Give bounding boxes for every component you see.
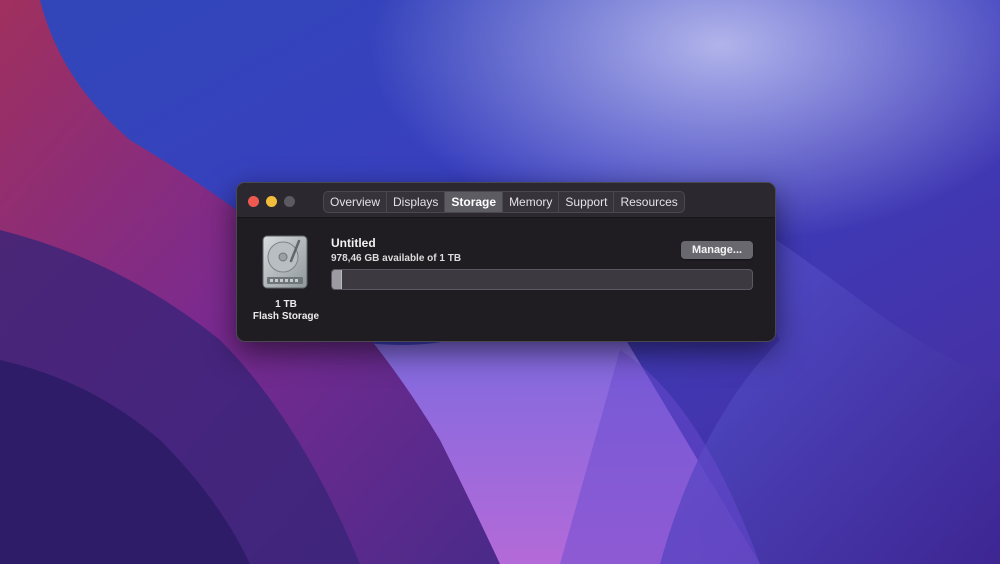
tab-overview[interactable]: Overview (324, 192, 388, 212)
device-type: Flash Storage (252, 311, 320, 322)
title-bar: Overview Displays Storage Memory Support… (237, 183, 775, 218)
tab-storage[interactable]: Storage (445, 192, 504, 212)
zoom-button[interactable] (284, 196, 295, 207)
tab-support[interactable]: Support (559, 192, 615, 212)
tab-displays[interactable]: Displays (387, 192, 446, 212)
storage-usage-bar (331, 269, 753, 290)
manage-button[interactable]: Manage... (681, 241, 753, 259)
volume-name: Untitled (331, 236, 376, 250)
close-button[interactable] (248, 196, 259, 207)
hard-drive-icon (262, 235, 308, 289)
tab-memory[interactable]: Memory (503, 192, 560, 212)
about-this-mac-window: Overview Displays Storage Memory Support… (236, 182, 776, 342)
storage-used-segment (332, 270, 343, 289)
volume-availability: 978,46 GB available of 1 TB (331, 253, 462, 264)
tab-bar: Overview Displays Storage Memory Support… (323, 191, 685, 213)
device-label: 1 TB Flash Storage (245, 299, 327, 323)
minimize-button[interactable] (266, 196, 277, 207)
tab-resources[interactable]: Resources (614, 192, 683, 212)
device-size: 1 TB (275, 299, 297, 310)
